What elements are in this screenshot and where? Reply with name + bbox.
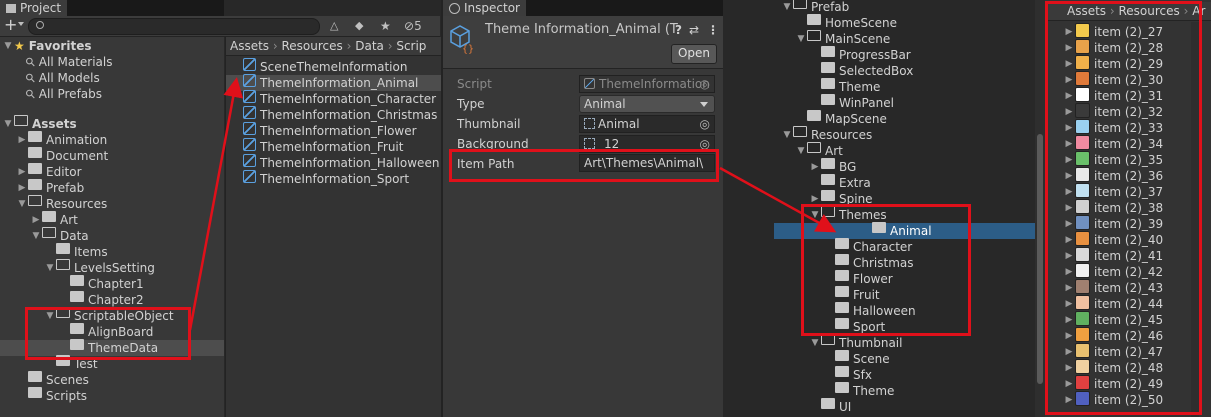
arrow-to-themes-animal (719, 166, 837, 233)
arrow-to-animal-asset (188, 77, 244, 331)
annotation-arrows (188, 77, 837, 331)
